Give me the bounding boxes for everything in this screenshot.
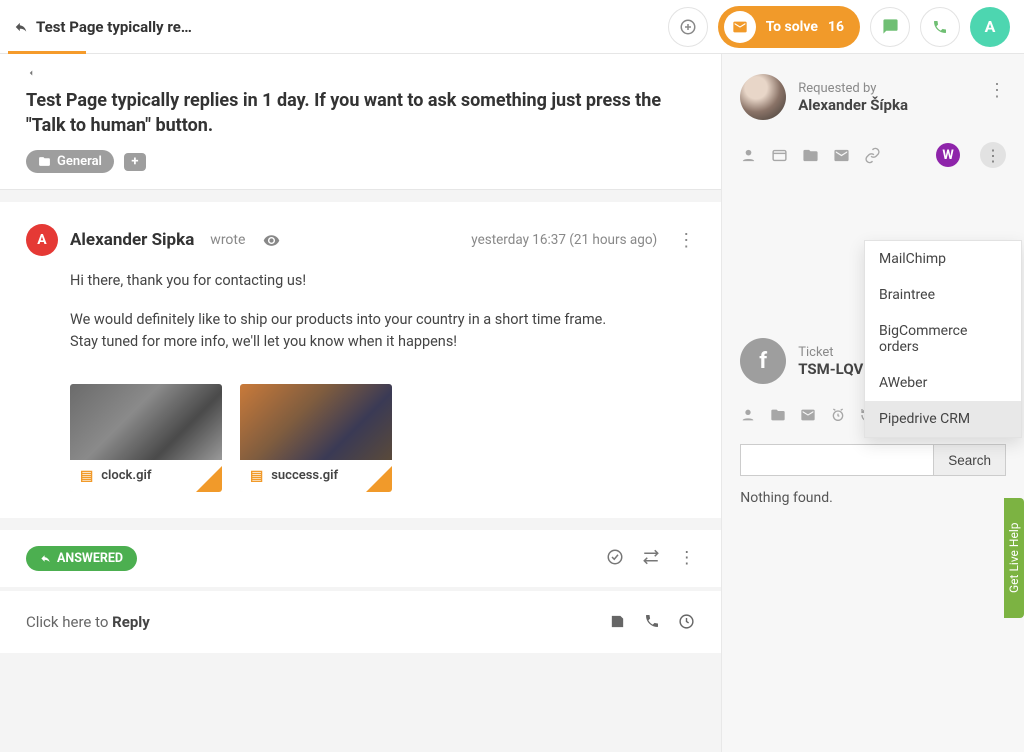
mail-icon: [724, 11, 756, 43]
folder-icon[interactable]: [770, 407, 786, 423]
add-button[interactable]: [668, 7, 708, 47]
visibility-icon[interactable]: [263, 232, 280, 249]
top-bar: Test Page typically re… To solve 16 A: [0, 0, 1024, 54]
message-card: A Alexander Sipka wrote yesterday 16:37 …: [0, 202, 721, 517]
file-icon: ▤: [80, 468, 93, 484]
transfer-icon[interactable]: [642, 548, 660, 568]
person-icon[interactable]: [740, 407, 756, 423]
wrote-label: wrote: [210, 232, 245, 248]
check-circle-icon[interactable]: [606, 548, 624, 568]
requester-more-icon[interactable]: ⋮: [988, 80, 1006, 101]
corner-fold-icon: [366, 466, 392, 492]
to-solve-label: To solve: [766, 19, 818, 35]
dropdown-item-mailchimp[interactable]: MailChimp: [865, 241, 1021, 277]
link-icon[interactable]: [864, 147, 881, 164]
reply-placeholder: Click here to Reply: [26, 613, 150, 631]
clock-icon[interactable]: [678, 613, 695, 630]
tag-general[interactable]: General: [26, 150, 114, 173]
attachment-clock[interactable]: ▤clock.gif: [70, 384, 222, 492]
dropdown-item-bigcommerce[interactable]: BigCommerce orders: [865, 313, 1021, 365]
active-tab[interactable]: Test Page typically re…: [14, 4, 192, 50]
ticket-title: Test Page typically replies in 1 day. If…: [26, 88, 695, 138]
search-row: Search: [740, 444, 1006, 476]
top-actions: To solve 16 A: [668, 6, 1010, 48]
author-name: Alexander Sipka: [70, 230, 194, 250]
requester-name[interactable]: Alexander Šípka: [798, 96, 908, 114]
facebook-icon: f: [740, 338, 786, 384]
attachment-preview: [70, 384, 222, 460]
reply-arrow-icon: [40, 553, 51, 564]
file-icon: ▤: [250, 468, 263, 484]
reply-bar[interactable]: Click here to Reply: [0, 591, 721, 653]
integrations-dropdown: MailChimp Braintree BigCommerce orders A…: [864, 240, 1022, 438]
status-bar: ANSWERED ⋮: [0, 530, 721, 587]
message-timestamp: yesterday 16:37 (21 hours ago): [471, 232, 657, 248]
note-icon[interactable]: [609, 613, 626, 630]
conversation-column: Test Page typically replies in 1 day. If…: [0, 54, 721, 752]
integrations-more-button[interactable]: ⋮: [980, 142, 1006, 168]
call-button[interactable]: [920, 7, 960, 47]
message-more-icon[interactable]: ⋮: [677, 230, 695, 251]
tab-underline: [8, 51, 86, 54]
message-body: Hi there, thank you for contacting us! W…: [70, 270, 695, 353]
answered-badge[interactable]: ANSWERED: [26, 546, 137, 571]
dropdown-item-aweber[interactable]: AWeber: [865, 365, 1021, 401]
search-input[interactable]: [740, 444, 934, 476]
details-sidebar: Requested by Alexander Šípka ⋮ W ⋮ MailC…: [721, 54, 1024, 752]
folder-icon: [38, 155, 51, 168]
alarm-icon[interactable]: [830, 407, 846, 423]
dropdown-item-braintree[interactable]: Braintree: [865, 277, 1021, 313]
corner-fold-icon: [196, 466, 222, 492]
reply-arrow-icon: [14, 20, 28, 34]
more-icon[interactable]: ⋮: [678, 548, 695, 568]
attachment-preview: [240, 384, 392, 460]
mail-icon[interactable]: [833, 147, 850, 164]
nothing-found-text: Nothing found.: [740, 490, 1006, 506]
window-icon[interactable]: [771, 147, 788, 164]
ticket-header: Test Page typically replies in 1 day. If…: [0, 54, 721, 190]
person-icon[interactable]: [740, 147, 757, 164]
add-tag-button[interactable]: +: [124, 153, 146, 171]
dropdown-item-pipedrive[interactable]: Pipedrive CRM: [865, 401, 1021, 437]
integration-badge[interactable]: W: [936, 143, 960, 167]
back-arrow-icon[interactable]: [26, 68, 36, 78]
user-avatar[interactable]: A: [970, 7, 1010, 47]
requested-by-label: Requested by: [798, 81, 908, 96]
live-help-tab[interactable]: Get Live Help: [1004, 498, 1024, 618]
folder-icon[interactable]: [802, 147, 819, 164]
requester-block: Requested by Alexander Šípka ⋮: [740, 74, 1006, 120]
to-solve-count: 16: [828, 19, 844, 35]
author-avatar: A: [26, 224, 58, 256]
to-solve-pill[interactable]: To solve 16: [718, 6, 860, 48]
search-button[interactable]: Search: [934, 444, 1006, 476]
attachment-success[interactable]: ▤success.gif: [240, 384, 392, 492]
contact-icons-row: W ⋮: [740, 142, 1006, 168]
chat-button[interactable]: [870, 7, 910, 47]
tab-title: Test Page typically re…: [36, 18, 192, 36]
mail-icon[interactable]: [800, 407, 816, 423]
requester-avatar[interactable]: [740, 74, 786, 120]
phone-icon[interactable]: [644, 613, 660, 630]
